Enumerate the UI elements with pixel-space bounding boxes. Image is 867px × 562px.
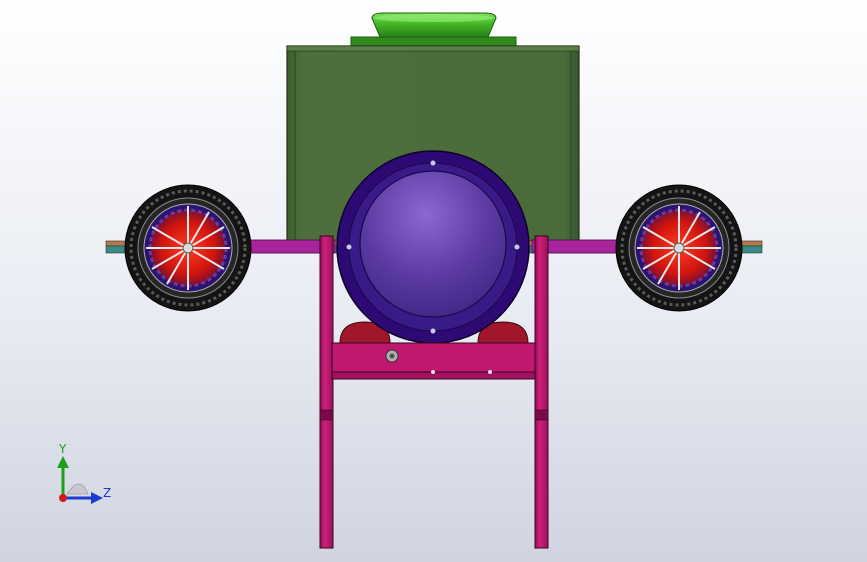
- model-view[interactable]: [0, 0, 867, 562]
- hopper-lid[interactable]: [350, 12, 517, 47]
- left-wheel[interactable]: [124, 184, 252, 312]
- coordinate-triad: [57, 456, 103, 504]
- cad-viewport[interactable]: Y Z: [0, 0, 867, 562]
- z-axis-label: Z: [103, 486, 112, 500]
- x-axis-dot: [59, 494, 67, 502]
- y-axis-label: Y: [59, 442, 67, 456]
- mixing-drum[interactable]: [336, 150, 530, 344]
- right-wheel[interactable]: [615, 184, 743, 312]
